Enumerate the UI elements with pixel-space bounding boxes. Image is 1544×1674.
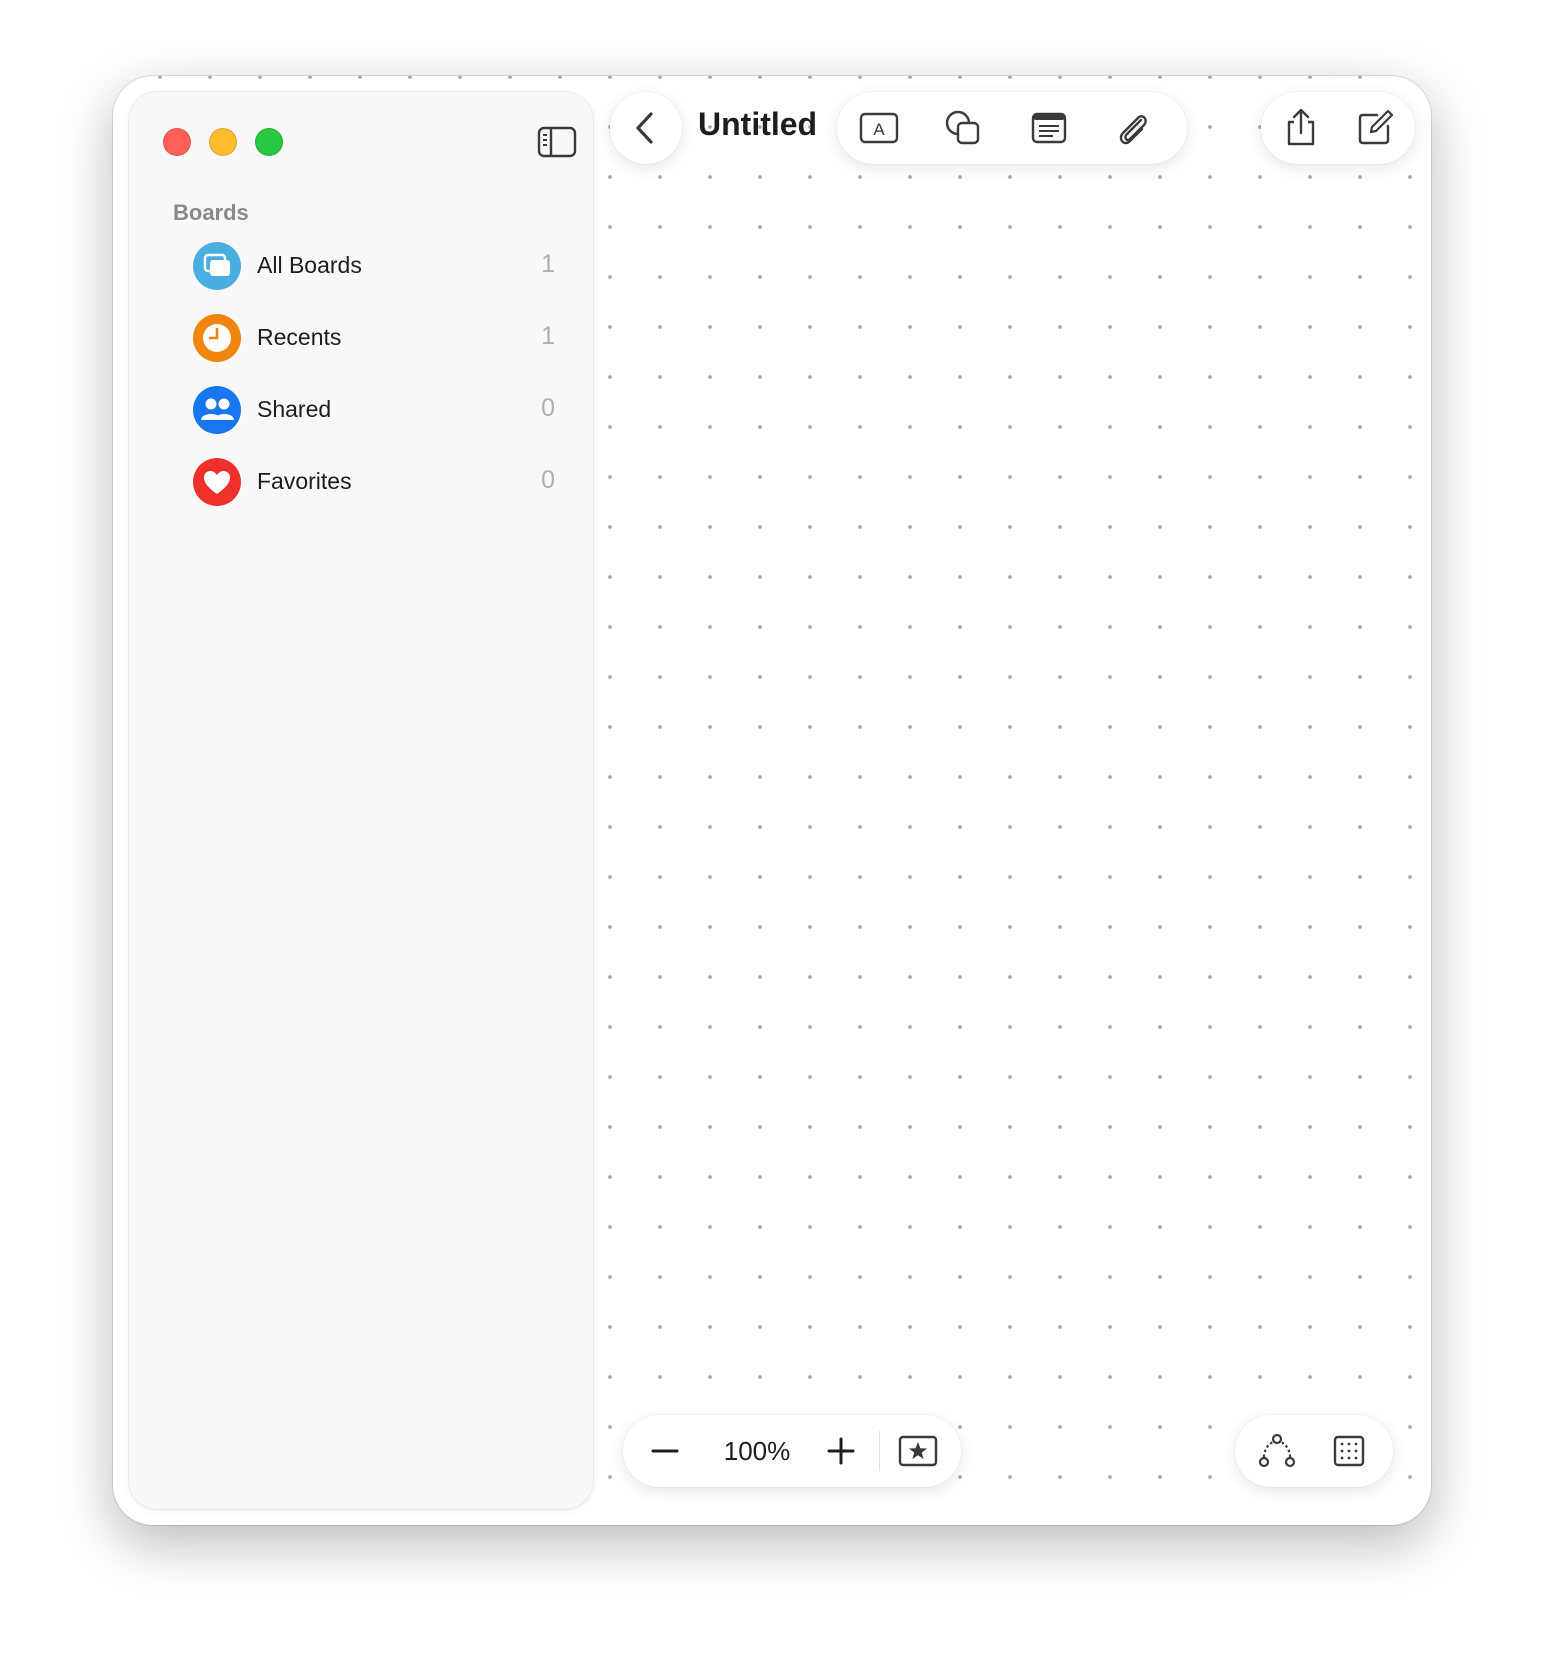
sticky-note-icon[interactable] [1027, 106, 1071, 150]
divider [879, 1431, 880, 1471]
plus-icon [827, 1437, 855, 1465]
sidebar-item-count: 0 [541, 466, 555, 494]
back-button[interactable] [610, 92, 682, 164]
app-window: Boards All Boards 1 Recents 1 Shared 0 F… [113, 76, 1431, 1525]
sidebar-item-count: 0 [541, 394, 555, 422]
sidebar-item-favorites[interactable]: Favorites 0 [129, 446, 593, 518]
heart-icon [193, 458, 241, 506]
all-boards-icon [193, 242, 241, 290]
boards-list: All Boards 1 Recents 1 Shared 0 Favorite… [129, 230, 593, 518]
sidebar-item-label: All Boards [257, 252, 362, 278]
sidebar-item-label: Recents [257, 324, 342, 350]
zoom-out-button[interactable] [643, 1429, 687, 1473]
text-box-icon[interactable]: A [857, 106, 901, 150]
minus-icon [651, 1449, 679, 1453]
sidebar-item-count: 1 [541, 250, 555, 278]
share-icon[interactable] [1279, 106, 1323, 150]
zoom-controls: 100% [623, 1415, 961, 1487]
attachment-icon[interactable] [1111, 106, 1155, 150]
zoom-level[interactable]: 100% [709, 1436, 805, 1467]
sidebar: Boards All Boards 1 Recents 1 Shared 0 F… [129, 92, 593, 1509]
insert-toolbar: A [837, 92, 1187, 164]
boards-section-title: Boards [173, 200, 249, 225]
sidebar-toggle-icon[interactable] [537, 126, 577, 158]
board-title[interactable]: Untitled [698, 106, 817, 143]
sidebar-item-recents[interactable]: Recents 1 [129, 302, 593, 374]
zoom-window-button[interactable] [255, 128, 283, 156]
svg-text:A: A [873, 120, 885, 139]
sidebar-item-label: Shared [257, 396, 332, 422]
view-controls [1235, 1415, 1393, 1487]
starred-view-icon[interactable] [895, 1429, 941, 1473]
sidebar-item-all-boards[interactable]: All Boards 1 [129, 230, 593, 302]
people-icon [193, 386, 241, 434]
share-toolbar [1261, 92, 1415, 164]
shapes-icon[interactable] [941, 106, 985, 150]
sidebar-item-shared[interactable]: Shared 0 [129, 374, 593, 446]
new-board-icon[interactable] [1353, 106, 1397, 150]
sidebar-item-count: 1 [541, 322, 555, 350]
grid-icon[interactable] [1327, 1429, 1371, 1473]
connection-icon[interactable] [1255, 1429, 1299, 1473]
close-window-button[interactable] [163, 128, 191, 156]
minimize-window-button[interactable] [209, 128, 237, 156]
clock-icon [193, 314, 241, 362]
sidebar-item-label: Favorites [257, 468, 352, 494]
zoom-in-button[interactable] [819, 1429, 863, 1473]
chevron-left-icon [636, 112, 653, 144]
